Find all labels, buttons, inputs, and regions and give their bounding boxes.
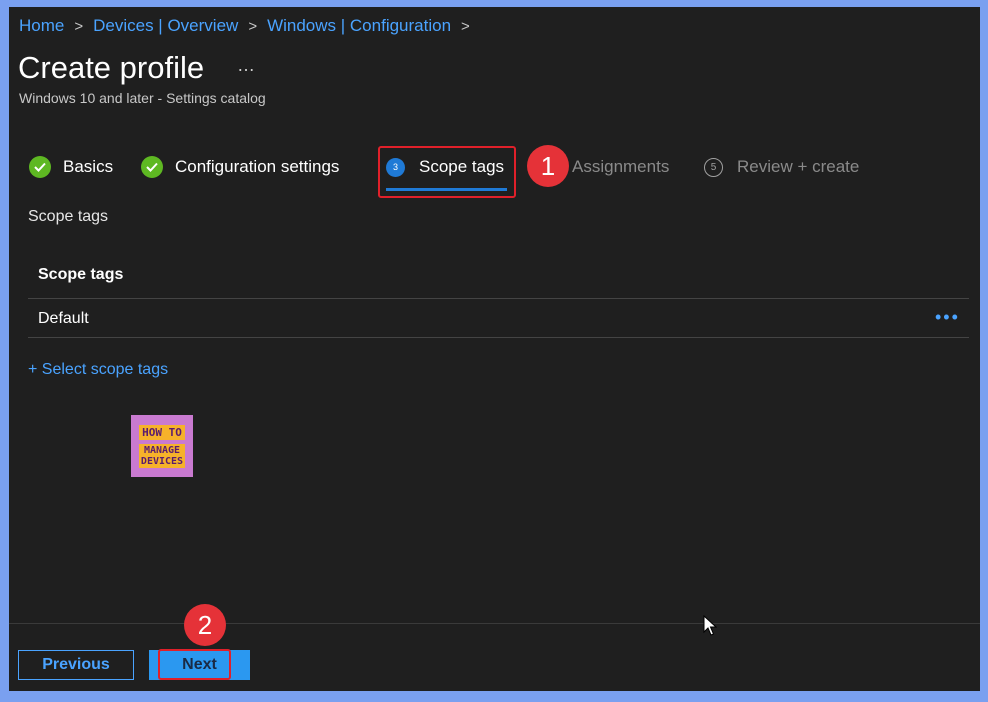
highlight-box-next	[158, 649, 231, 680]
previous-button[interactable]: Previous	[18, 650, 134, 680]
chevron-right-icon: >	[74, 17, 84, 35]
step-number-icon: 5	[704, 157, 723, 177]
step-label: Configuration settings	[175, 157, 340, 176]
breadcrumb-devices-overview[interactable]: Devices | Overview	[93, 16, 238, 36]
mouse-cursor-icon	[703, 614, 718, 642]
page-title: Create profile	[18, 50, 205, 85]
section-label: Scope tags	[28, 208, 109, 225]
table-header: Scope tags	[38, 266, 124, 283]
table-divider	[28, 337, 969, 338]
page-subtitle: Windows 10 and later - Settings catalog	[19, 90, 266, 106]
step-label: Assignments	[572, 157, 670, 176]
breadcrumb: Home > Devices | Overview > Windows | Co…	[19, 16, 480, 36]
chevron-right-icon: >	[248, 17, 258, 35]
more-options-icon[interactable]: …	[237, 55, 256, 76]
step-assignments[interactable]: Assignments	[572, 155, 669, 179]
step-label: Review + create	[737, 157, 860, 176]
step-label: Basics	[63, 157, 114, 176]
table-row: Default	[38, 310, 89, 327]
howto-manage-devices-logo: HOW TO MANAGE DEVICES	[131, 415, 193, 477]
breadcrumb-home[interactable]: Home	[19, 16, 64, 36]
step-basics[interactable]: Basics	[29, 155, 113, 179]
footer-divider	[9, 623, 980, 624]
table-divider	[28, 298, 969, 299]
select-scope-tags-link[interactable]: + Select scope tags	[28, 361, 168, 379]
portal-frame: Home > Devices | Overview > Windows | Co…	[9, 7, 980, 691]
check-circle-icon	[29, 156, 51, 178]
row-more-icon[interactable]: •••	[935, 307, 960, 328]
chevron-right-icon: >	[461, 17, 470, 35]
step-configuration-settings[interactable]: Configuration settings	[141, 155, 339, 179]
highlight-box-scope-tags	[378, 146, 516, 198]
check-circle-icon	[141, 156, 163, 178]
breadcrumb-windows-configuration[interactable]: Windows | Configuration	[267, 16, 451, 36]
step-review-create[interactable]: 5 Review + create	[704, 155, 859, 179]
annotation-badge-1: 1	[527, 145, 569, 187]
annotation-badge-2: 2	[184, 604, 226, 646]
